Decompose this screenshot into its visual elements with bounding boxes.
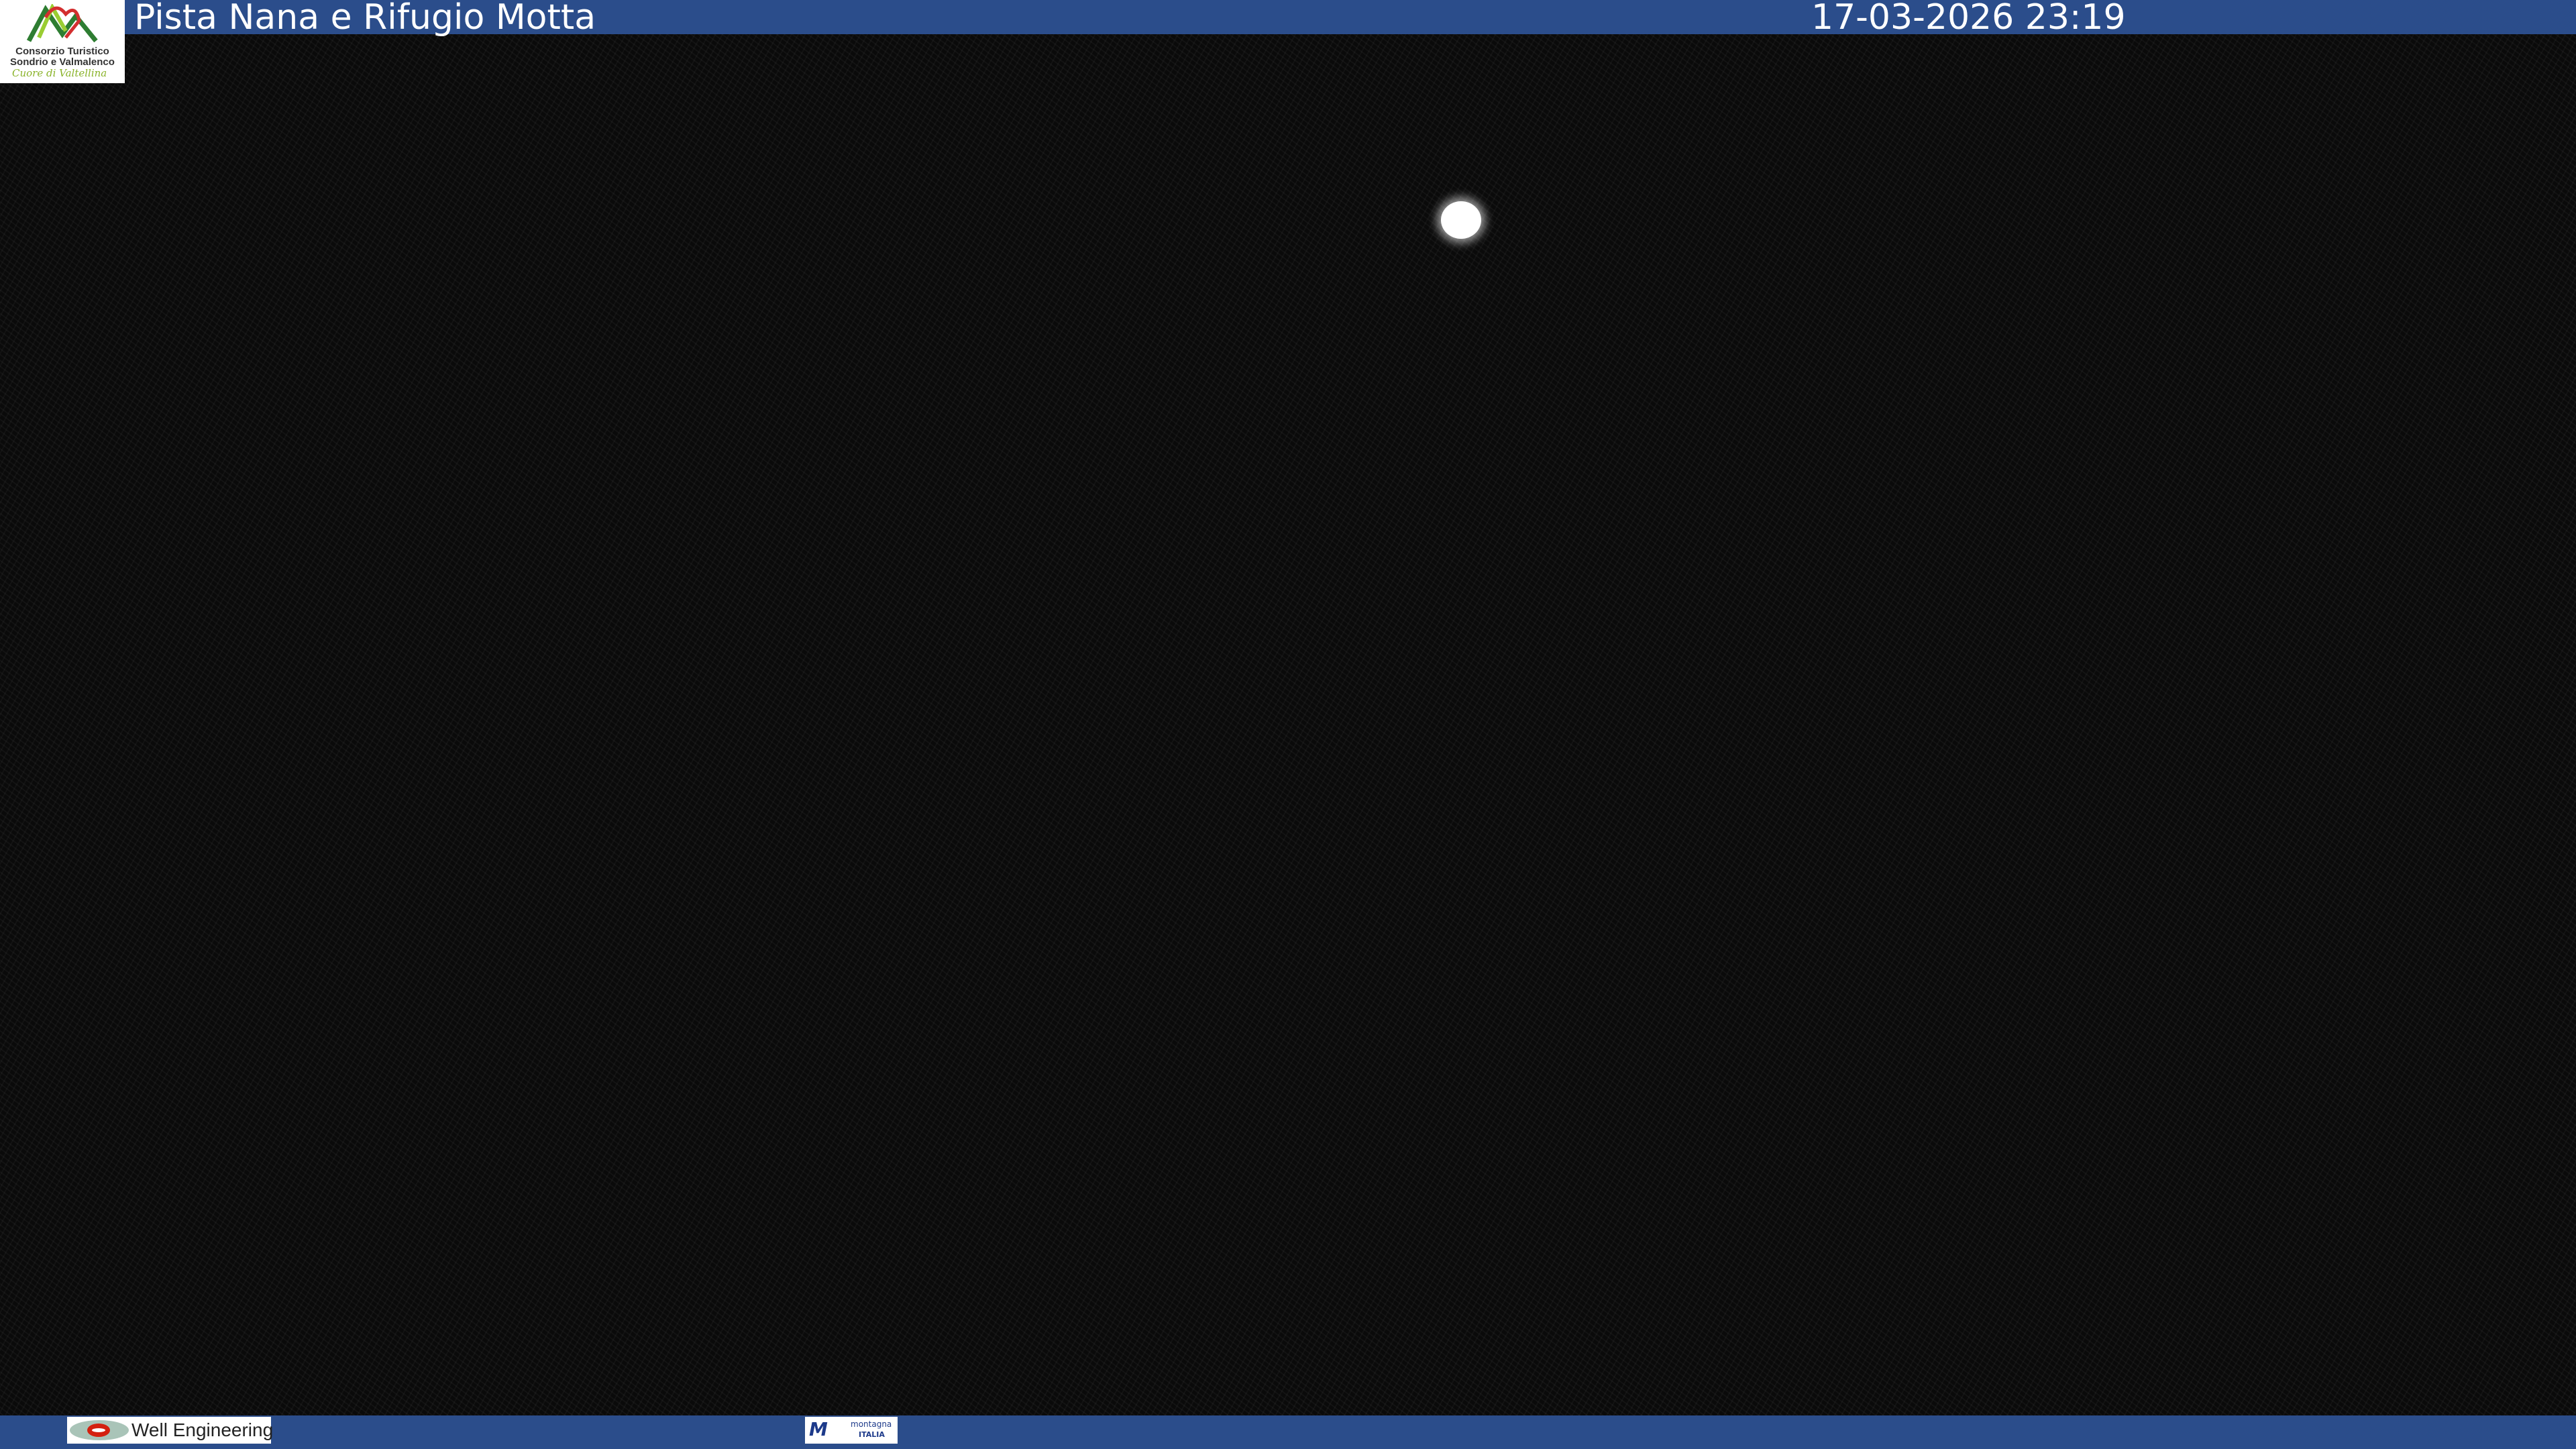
consorzio-logo: Consorzio Turistico Sondrio e Valmalenco…	[0, 0, 125, 83]
well-engineering-icon	[70, 1420, 129, 1440]
well-engineering-logo[interactable]: Well Engineering	[67, 1417, 271, 1444]
mountain-logo-icon	[25, 4, 99, 44]
webcam-image	[0, 0, 2576, 1449]
sponsor1-label: Well Engineering	[131, 1419, 273, 1441]
camera-title: Pista Nana e Rifugio Motta	[134, 0, 596, 38]
logo-line1: Consorzio Turistico	[0, 46, 125, 57]
sponsor2-line1: montagna	[851, 1419, 892, 1429]
header-bar: Pista Nana e Rifugio Motta 17-03-2026 23…	[0, 0, 2576, 34]
moon	[1441, 201, 1481, 239]
footer-bar	[0, 1415, 2576, 1449]
timestamp: 17-03-2026 23:19	[1811, 0, 2126, 38]
montagna-italia-logo[interactable]: M montagna ITALIA	[805, 1417, 898, 1444]
logo-line2: Sondrio e Valmalenco	[0, 56, 125, 68]
logo-tagline: Cuore di Valtellina	[12, 67, 107, 79]
montagna-icon: M	[809, 1418, 828, 1440]
sponsor2-line2: ITALIA	[859, 1430, 885, 1439]
